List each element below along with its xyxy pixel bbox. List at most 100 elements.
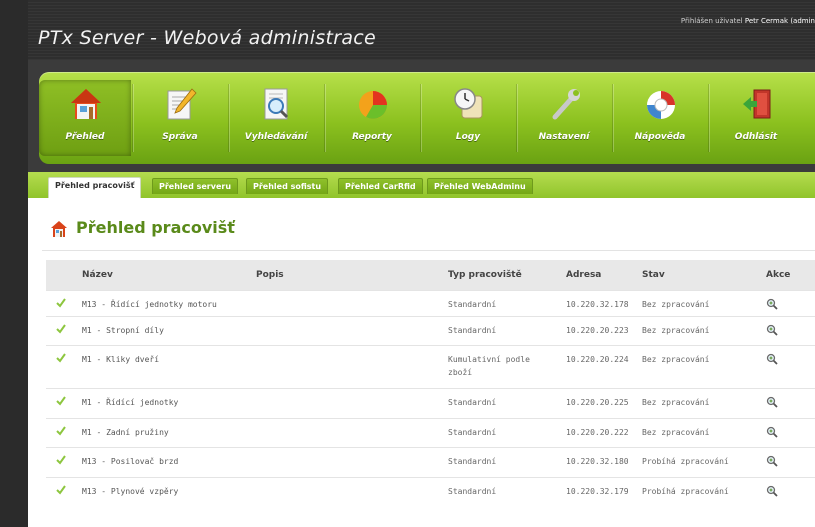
row-type: Kumulativní podle <box>448 355 530 364</box>
nav-label: Vyhledávání <box>244 132 308 142</box>
column-header-typ[interactable]: Typ pracoviště <box>448 260 566 291</box>
row-address-cell: 10.220.20.224 <box>566 345 642 389</box>
table-row[interactable]: M1 - Kliky dveří Kumulativní podle zboží 10… <box>46 345 815 389</box>
row-address: 10.220.20.223 <box>566 326 629 335</box>
table-row[interactable]: M13 - Řídící jednotky motoru Standardní 10… <box>46 290 815 317</box>
check-icon <box>56 353 66 363</box>
nav-item-odhlasit[interactable]: Odhlásit <box>710 80 802 156</box>
nav-label: Logy <box>455 132 481 142</box>
row-name: M1 - Řídící jednotky <box>82 398 179 407</box>
row-status-cell <box>46 447 82 478</box>
nav-separator <box>612 84 613 152</box>
row-popis <box>256 291 448 300</box>
row-type-cell: Standardní <box>448 316 566 346</box>
column-header-akce: Akce <box>766 270 791 280</box>
row-address: 10.220.20.222 <box>566 428 629 437</box>
table-row[interactable]: M1 - Řídící jednotky Standardní 10.220.20.… <box>46 388 815 419</box>
nav-separator <box>708 84 709 152</box>
column-header-stav[interactable]: Stav <box>642 260 766 291</box>
row-name: M13 - Plynové vzpěry <box>82 487 179 496</box>
nav-label: Přehled <box>65 132 105 142</box>
row-address: 10.220.32.180 <box>566 457 629 466</box>
row-action-cell <box>766 418 815 448</box>
tab-prehled-pracovist[interactable]: Přehled pracovišť <box>48 177 142 198</box>
row-type-cell: Standardní <box>448 290 566 317</box>
row-address-cell: 10.220.32.180 <box>566 447 642 478</box>
nav-item-nastaveni[interactable]: Nastavení <box>518 80 610 156</box>
row-address-cell: 10.220.20.225 <box>566 388 642 419</box>
row-status: Probíhá zpracování <box>642 487 729 496</box>
row-popis-cell <box>256 447 448 478</box>
row-status: Bez zpracování <box>642 355 710 364</box>
nav-separator <box>324 84 325 152</box>
column-header-adresa[interactable]: Adresa <box>566 260 642 291</box>
user-info: Přihlášen uživatel Petr Cermak (admin <box>681 17 815 25</box>
magnifier-icon[interactable] <box>766 426 778 438</box>
column-header-nazev[interactable]: Název <box>82 260 256 291</box>
tab-prehled-sofistu[interactable]: Přehled sofistu <box>246 178 329 194</box>
nav-item-sprava[interactable]: Správa <box>134 80 226 156</box>
row-action-cell <box>766 447 815 478</box>
tab-prehled-serveru[interactable]: Přehled serveru <box>152 178 239 194</box>
main-nav: Přehled Správa Vyhledávání Reporty Logy … <box>39 72 815 164</box>
user-name[interactable]: Petr Cermak (admin <box>745 17 815 25</box>
table-row[interactable]: M13 - Plynové vzpěry Standardní 10.220.32.… <box>46 477 815 508</box>
magnifier-icon[interactable] <box>766 396 778 408</box>
row-popis <box>256 346 448 355</box>
row-type: Standardní <box>448 398 497 407</box>
row-popis <box>256 419 448 428</box>
nav-item-prehled[interactable]: Přehled <box>39 80 131 156</box>
row-status-cell <box>46 388 82 419</box>
row-name-cell: M1 - Stropní díly <box>82 316 256 346</box>
nav-item-napoveda[interactable]: Nápověda <box>614 80 706 156</box>
nav-label: Odhlásit <box>734 132 778 142</box>
table-row[interactable]: M13 - Posilovač brzd Standardní 10.220.32.… <box>46 447 815 478</box>
row-address-cell: 10.220.20.223 <box>566 316 642 346</box>
nav-item-reporty[interactable]: Reporty <box>326 80 418 156</box>
row-status-cell <box>46 316 82 346</box>
table-row[interactable]: M1 - Stropní díly Standardní 10.220.20.223… <box>46 316 815 346</box>
row-type: Standardní <box>448 326 497 335</box>
nav-item-vyhledavani[interactable]: Vyhledávání <box>230 80 322 156</box>
check-icon <box>56 396 66 406</box>
row-status: Probíhá zpracování <box>642 457 729 466</box>
row-type-cell: Standardní <box>448 477 566 508</box>
nav-item-logy[interactable]: Logy <box>422 80 514 156</box>
row-type: Standardní <box>448 487 497 496</box>
check-icon <box>56 485 66 495</box>
row-status-cell <box>46 345 82 389</box>
row-status: Bez zpracování <box>642 428 710 437</box>
nav-label: Nastavení <box>538 132 590 142</box>
table-row[interactable]: M1 - Zadní pružiny Standardní 10.220.20.22… <box>46 418 815 448</box>
tab-prehled-carrfid[interactable]: Přehled CarRfid <box>338 178 423 194</box>
row-status-text-cell: Bez zpracování <box>642 388 766 419</box>
magnifier-icon[interactable] <box>766 353 778 365</box>
tab-prehled-webadminu[interactable]: Přehled WebAdminu <box>427 178 533 194</box>
top-bar: PTx Server - Webová administrace Přihláš… <box>28 0 815 60</box>
sub-tab-bar: Přehled pracovišť Přehled serveru Přehle… <box>28 172 815 198</box>
row-popis-cell <box>256 290 448 317</box>
nav-separator <box>132 84 133 152</box>
row-address: 10.220.20.224 <box>566 355 629 364</box>
row-address: 10.220.32.178 <box>566 300 629 309</box>
row-address-cell: 10.220.20.222 <box>566 418 642 448</box>
magnifier-icon[interactable] <box>766 324 778 336</box>
row-popis <box>256 389 448 398</box>
row-popis-cell <box>256 316 448 346</box>
row-name-cell: M1 - Kliky dveří <box>82 345 256 389</box>
edit-document-icon <box>167 88 197 120</box>
magnifier-icon[interactable] <box>766 455 778 467</box>
nav-label: Správa <box>162 132 198 142</box>
column-header-popis[interactable]: Popis <box>256 260 448 291</box>
row-name: M13 - Posilovač brzd <box>82 457 179 466</box>
row-name: M1 - Stropní díly <box>82 326 164 335</box>
search-document-icon <box>264 88 289 120</box>
magnifier-icon[interactable] <box>766 298 778 310</box>
row-action-cell <box>766 388 815 419</box>
row-type-cell: Kumulativní podle zboží <box>448 345 566 389</box>
table-body: M13 - Řídící jednotky motoru Standardní 10… <box>46 290 815 508</box>
help-icon <box>647 91 675 119</box>
divider <box>42 250 815 251</box>
row-name-cell: M1 - Zadní pružiny <box>82 418 256 448</box>
magnifier-icon[interactable] <box>766 485 778 497</box>
